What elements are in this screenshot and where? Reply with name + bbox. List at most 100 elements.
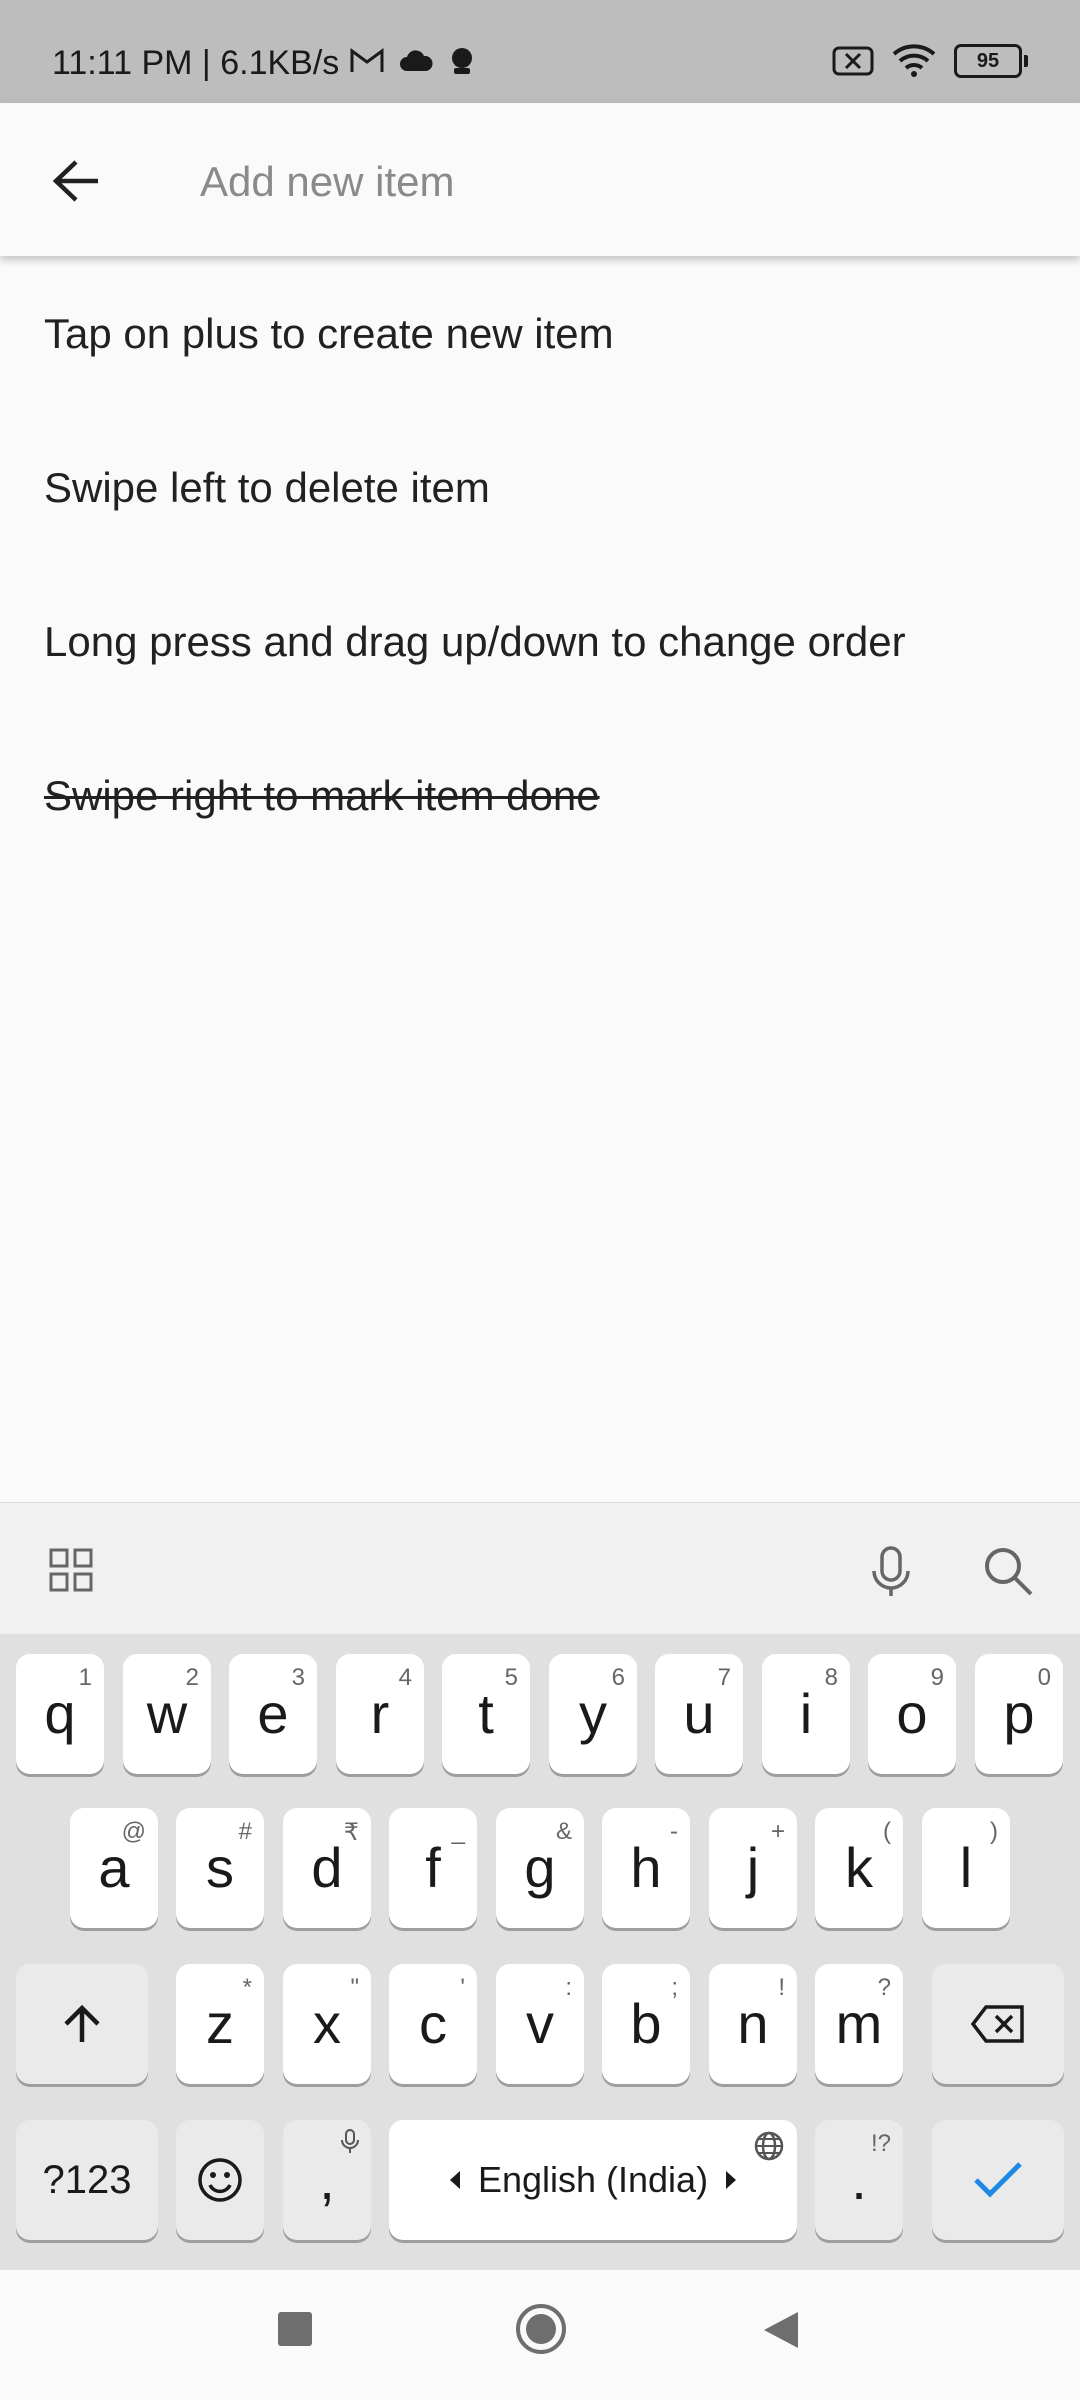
app-bar xyxy=(0,103,1080,256)
key-label: j xyxy=(746,1836,760,1899)
status-bar: 11:11 PM | 6.1KB/s 95 xyxy=(0,0,1080,103)
microphone-icon xyxy=(341,2129,359,2153)
back-nav-button[interactable] xyxy=(762,2310,800,2350)
key-label: i xyxy=(799,1682,813,1745)
key-hint: 0 xyxy=(1037,1664,1051,1691)
key-hint: 4 xyxy=(398,1664,412,1691)
key-hint: _ xyxy=(451,1818,465,1845)
key-b[interactable]: ; b xyxy=(602,1964,690,2084)
list-item-text: Swipe left to delete item xyxy=(44,464,490,511)
key-e[interactable]: 3e xyxy=(229,1654,317,1774)
key-s[interactable]: # s xyxy=(176,1808,264,1928)
key-d[interactable]: ₹ d xyxy=(283,1808,371,1928)
key-label: v xyxy=(526,1992,554,2055)
key-g[interactable]: & g xyxy=(496,1808,584,1928)
key-label: d xyxy=(311,1836,343,1899)
key-hint: ! xyxy=(778,1974,785,2001)
key-t[interactable]: 5t xyxy=(442,1654,530,1774)
key-label: b xyxy=(630,1992,662,2055)
new-item-input[interactable] xyxy=(198,143,1022,221)
home-circle-icon xyxy=(516,2304,566,2354)
key-v[interactable]: :v xyxy=(496,1964,584,2084)
key-hint: ( xyxy=(883,1818,891,1845)
key-w[interactable]: 2w xyxy=(123,1654,211,1774)
microphone-icon[interactable] xyxy=(868,1545,914,1599)
key-label: a xyxy=(98,1836,130,1899)
globe-icon xyxy=(754,2131,784,2161)
period-key[interactable]: !?. xyxy=(815,2120,903,2240)
key-label: n xyxy=(737,1992,769,2055)
backspace-key[interactable] xyxy=(932,1964,1064,2084)
comma-key[interactable]: , xyxy=(283,2120,371,2240)
key-label: p xyxy=(1003,1682,1035,1745)
key-p[interactable]: 0p xyxy=(975,1654,1063,1774)
key-hint: " xyxy=(350,1974,359,2001)
key-n[interactable]: ! n xyxy=(709,1964,797,2084)
key-y[interactable]: 6y xyxy=(549,1654,637,1774)
symbols-key[interactable]: ?123 xyxy=(16,2120,158,2240)
key-hint: # xyxy=(238,1818,252,1845)
list-item[interactable]: Long press and drag up/down to change or… xyxy=(0,565,1080,719)
key-m[interactable]: ? m xyxy=(815,1964,903,2084)
shift-key[interactable] xyxy=(16,1964,148,2084)
key-o[interactable]: 9o xyxy=(868,1654,956,1774)
done-key[interactable] xyxy=(932,2120,1064,2240)
key-hint: + xyxy=(770,1818,785,1845)
key-label: , xyxy=(319,2148,335,2211)
list-item[interactable]: Swipe left to delete item xyxy=(0,411,1080,565)
key-a[interactable]: @ a xyxy=(70,1808,158,1928)
key-label: t xyxy=(478,1682,494,1745)
no-sim-icon xyxy=(832,46,874,76)
key-z[interactable]: * z xyxy=(176,1964,264,2084)
key-f[interactable]: _ f xyxy=(389,1808,477,1928)
key-l[interactable]: ) l xyxy=(922,1808,1010,1928)
back-button[interactable] xyxy=(40,145,112,217)
key-label: l xyxy=(959,1836,973,1899)
recents-button[interactable] xyxy=(276,2310,314,2348)
key-label: q xyxy=(44,1682,76,1745)
key-c[interactable]: ' c xyxy=(389,1964,477,2084)
key-hint: ₹ xyxy=(343,1819,359,1846)
key-q[interactable]: 1q xyxy=(16,1654,104,1774)
key-hint: 3 xyxy=(291,1664,305,1691)
key-hint: 7 xyxy=(717,1664,731,1691)
square-icon xyxy=(278,2312,312,2346)
key-label: c xyxy=(419,1992,447,2055)
key-label: h xyxy=(630,1836,662,1899)
key-r[interactable]: 4r xyxy=(336,1654,424,1774)
keyboard-language-label: English (India) xyxy=(477,2159,709,2200)
key-k[interactable]: (k xyxy=(815,1808,903,1928)
status-time-speed: 11:11 PM | 6.1KB/s xyxy=(52,44,340,82)
key-hint: * xyxy=(242,1974,252,2001)
home-button[interactable] xyxy=(514,2302,568,2356)
list-item-text: Swipe right to mark item done xyxy=(44,772,600,819)
key-label: y xyxy=(579,1682,607,1745)
key-hint: 1 xyxy=(78,1664,92,1691)
navigation-bar xyxy=(0,2270,1080,2400)
key-u[interactable]: 7u xyxy=(655,1654,743,1774)
gmail-icon xyxy=(350,48,384,72)
key-label: r xyxy=(370,1682,390,1745)
list-item-done[interactable]: Swipe right to mark item done xyxy=(0,719,1080,873)
key-hint: 5 xyxy=(504,1664,518,1691)
arrow-up-icon xyxy=(64,2004,100,2042)
emoji-key[interactable] xyxy=(176,2120,264,2240)
soft-keyboard: 1q 2w 3e 4r 5t 6y 7u 8i 9o 0p @ a # s ₹ d _… xyxy=(0,1634,1080,2270)
key-label: x xyxy=(313,1992,341,2055)
key-i[interactable]: 8i xyxy=(762,1654,850,1774)
key-label: m xyxy=(835,1992,883,2055)
apps-grid-icon[interactable] xyxy=(48,1547,94,1593)
key-x[interactable]: " x xyxy=(283,1964,371,2084)
key-label: ?123 xyxy=(42,2158,132,2202)
caret-right-icon xyxy=(726,2171,737,2189)
list-item[interactable]: Tap on plus to create new item xyxy=(0,256,1080,411)
key-hint: ' xyxy=(460,1974,465,2001)
key-j[interactable]: + j xyxy=(709,1808,797,1928)
key-hint: : xyxy=(565,1974,572,2001)
list-item-text: Tap on plus to create new item xyxy=(44,309,614,357)
space-bar[interactable]: English (India) xyxy=(389,2120,797,2240)
key-h[interactable]: -h xyxy=(602,1808,690,1928)
search-icon[interactable] xyxy=(982,1545,1034,1597)
keyboard-toolbar xyxy=(0,1502,1080,1635)
key-hint: 6 xyxy=(611,1664,625,1691)
